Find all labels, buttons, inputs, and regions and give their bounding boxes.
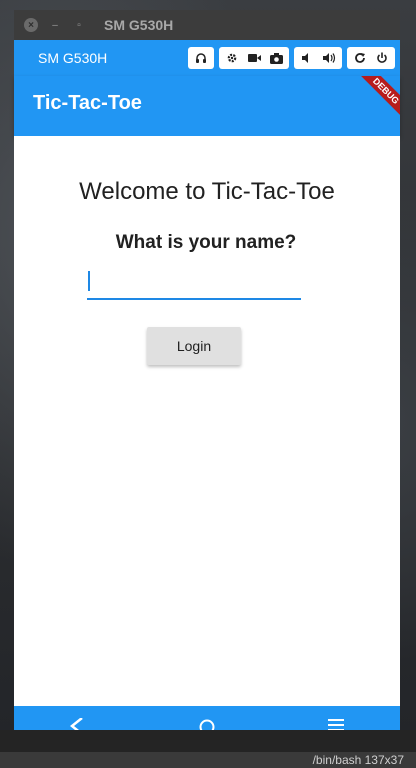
minimize-window-button[interactable]: – — [48, 18, 62, 32]
rotate-icon[interactable] — [349, 47, 371, 69]
name-field[interactable] — [87, 262, 301, 300]
maximize-window-button[interactable]: ▫ — [72, 18, 86, 32]
name-input[interactable] — [87, 262, 301, 298]
volume-tool-group — [294, 47, 342, 69]
audio-tool-group — [188, 47, 214, 69]
terminal-strip — [0, 730, 416, 752]
name-prompt: What is your name? — [115, 232, 297, 253]
headphones-icon[interactable] — [190, 47, 212, 69]
capture-tool-group — [219, 47, 289, 69]
debug-banner: DEBUG — [352, 76, 400, 125]
login-button[interactable]: Login — [147, 327, 241, 365]
device-name: SM G530H — [38, 50, 108, 66]
settings-icon[interactable] — [221, 47, 243, 69]
android-nav-bar — [14, 706, 400, 730]
back-icon[interactable] — [69, 717, 84, 730]
home-icon[interactable] — [199, 718, 215, 730]
text-caret — [88, 271, 90, 291]
window-titlebar[interactable]: × – ▫ SM G530H — [14, 10, 400, 40]
emulator-toolbar: SM G530H — [14, 40, 400, 76]
app-title: Tic-Tac-Toe — [33, 92, 142, 114]
volume-down-icon[interactable] — [296, 47, 318, 69]
close-window-button[interactable]: × — [24, 18, 38, 32]
power-icon[interactable] — [371, 47, 393, 69]
camera-icon[interactable] — [265, 47, 287, 69]
login-page: Welcome to Tic-Tac-Toe What is your name… — [14, 136, 400, 706]
window-title: SM G530H — [104, 17, 174, 33]
terminal-status-bar: /bin/bash 137x37 — [0, 752, 416, 768]
device-tool-group — [347, 47, 395, 69]
volume-up-icon[interactable] — [318, 47, 340, 69]
app-bar: Tic-Tac-Toe DEBUG — [14, 76, 400, 136]
video-camera-icon[interactable] — [243, 47, 265, 69]
screen: × – ▫ SM G530H SM G530H Tic-Tac-Toe DEBU… — [0, 0, 416, 768]
welcome-heading: Welcome to Tic-Tac-Toe — [79, 178, 335, 205]
menu-icon[interactable] — [328, 718, 344, 730]
terminal-status: /bin/bash 137x37 — [312, 753, 404, 767]
